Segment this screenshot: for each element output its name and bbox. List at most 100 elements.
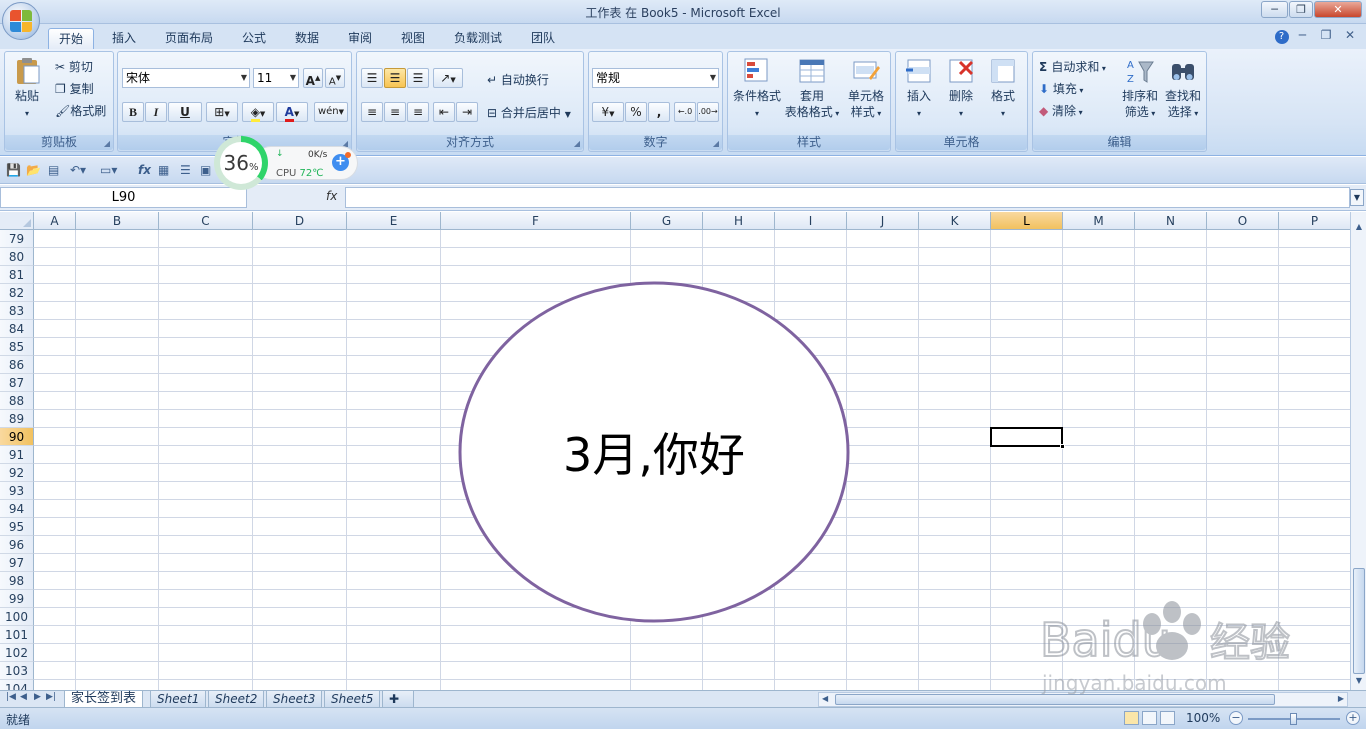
italic-button[interactable]: I: [145, 102, 167, 122]
row-header-90[interactable]: 90: [0, 428, 34, 446]
restore-button[interactable]: ❐: [1289, 1, 1313, 18]
next-sheet-icon[interactable]: ▶: [34, 692, 41, 702]
currency-button[interactable]: ¥▼: [592, 102, 624, 122]
wrap-text-button[interactable]: ↵ 自动换行: [487, 71, 549, 88]
fill-handle[interactable]: [1060, 444, 1065, 449]
expand-formula-bar-icon[interactable]: ▼: [1350, 189, 1364, 206]
sheet-tab-sheet2[interactable]: Sheet2: [208, 691, 265, 708]
scroll-down-icon[interactable]: ▼: [1352, 674, 1366, 688]
tab-insert[interactable]: 插入: [102, 28, 146, 49]
row-header-87[interactable]: 87: [0, 374, 34, 392]
close-button[interactable]: ✕: [1314, 1, 1362, 18]
row-header-85[interactable]: 85: [0, 338, 34, 356]
align-center-button[interactable]: ≡: [384, 102, 406, 122]
column-header-n[interactable]: N: [1135, 212, 1207, 230]
merge-center-button[interactable]: ⊟ 合并后居中 ▼: [487, 104, 571, 121]
shrink-font-button[interactable]: A▼: [325, 68, 345, 88]
column-header-j[interactable]: J: [847, 212, 919, 230]
horizontal-scrollbar[interactable]: ◀ ▶: [818, 692, 1348, 707]
column-header-g[interactable]: G: [631, 212, 703, 230]
phonetic-button[interactable]: wén▼: [314, 102, 348, 122]
decrease-indent-button[interactable]: ⇤: [433, 102, 455, 122]
office-button[interactable]: [2, 2, 40, 40]
row-header-88[interactable]: 88: [0, 392, 34, 410]
number-launcher-icon[interactable]: ◢: [713, 139, 719, 148]
conditional-format-button[interactable]: 条件格式 ▾: [730, 56, 784, 122]
grow-font-button[interactable]: A▲: [303, 68, 323, 88]
number-format-select[interactable]: 常规 ▼: [592, 68, 719, 88]
column-header-l[interactable]: L: [991, 212, 1063, 230]
row-header-99[interactable]: 99: [0, 590, 34, 608]
ellipse-shape[interactable]: 3月,你好: [458, 281, 850, 623]
row-header-84[interactable]: 84: [0, 320, 34, 338]
sheet-tab-sheet1[interactable]: Sheet1: [150, 691, 207, 708]
tab-formulas[interactable]: 公式: [232, 28, 276, 49]
row-header-94[interactable]: 94: [0, 500, 34, 518]
worksheet-grid[interactable]: ABCDEFGHIJKLMNOP 79 80 81 82 83 84 85 86 87 88 89 9…: [0, 212, 1350, 690]
clipboard-launcher-icon[interactable]: ◢: [104, 139, 110, 148]
fill-button[interactable]: ⬇ 填充 ▾: [1039, 80, 1083, 97]
percent-button[interactable]: %: [625, 102, 647, 122]
orientation-button[interactable]: ↗▼: [433, 68, 463, 88]
column-header-p[interactable]: P: [1279, 212, 1350, 230]
active-cell-L90[interactable]: [990, 427, 1065, 449]
sheet-tab-parent-signin[interactable]: 家长签到表: [64, 691, 144, 708]
zoom-level[interactable]: 100%: [1186, 711, 1220, 725]
insert-cells-button[interactable]: 插入 ▾: [898, 56, 940, 122]
scroll-up-icon[interactable]: ▲: [1352, 220, 1366, 234]
decrease-decimal-button[interactable]: .00→: [697, 102, 719, 122]
insert-sheet-button[interactable]: ✚: [382, 691, 414, 708]
row-header-98[interactable]: 98: [0, 572, 34, 590]
font-name-select[interactable]: 宋体 ▼: [122, 68, 250, 88]
save-icon[interactable]: 💾: [6, 163, 21, 177]
system-monitor-widget[interactable]: 36% ↓ 0K/s CPU 72℃ +: [214, 136, 360, 190]
tab-page-layout[interactable]: 页面布局: [155, 28, 223, 49]
scroll-right-icon[interactable]: ▶: [1338, 694, 1344, 703]
chart-icon[interactable]: ▭▾: [100, 163, 117, 177]
column-header-k[interactable]: K: [919, 212, 991, 230]
zoom-in-icon[interactable]: +: [1346, 711, 1360, 725]
scroll-left-icon[interactable]: ◀: [822, 694, 828, 703]
row-header-101[interactable]: 101: [0, 626, 34, 644]
row-header-86[interactable]: 86: [0, 356, 34, 374]
tab-load-test[interactable]: 负载测试: [444, 28, 512, 49]
format-cells-button[interactable]: 格式 ▾: [982, 56, 1024, 122]
paste-button[interactable]: 粘贴 ▾: [9, 56, 45, 122]
row-header-83[interactable]: 83: [0, 302, 34, 320]
sort-filter-button[interactable]: AZ 排序和 筛选 ▾: [1119, 56, 1161, 122]
page-break-view-button[interactable]: [1160, 711, 1175, 725]
tab-team[interactable]: 团队: [521, 28, 565, 49]
row-header-95[interactable]: 95: [0, 518, 34, 536]
font-color-button[interactable]: A▼: [276, 102, 308, 122]
column-header-h[interactable]: H: [703, 212, 775, 230]
column-header-e[interactable]: E: [347, 212, 441, 230]
grid-icon[interactable]: ▦: [158, 163, 169, 177]
row-header-92[interactable]: 92: [0, 464, 34, 482]
zoom-slider-thumb[interactable]: [1290, 713, 1297, 725]
undo-icon[interactable]: ↶▾: [70, 163, 86, 177]
print-preview-icon[interactable]: ▤: [48, 163, 59, 177]
cell-styles-button[interactable]: 单元格 样式 ▾: [840, 56, 892, 122]
row-header-103[interactable]: 103: [0, 662, 34, 680]
ribbon-minimize-icon[interactable]: ─: [1292, 28, 1312, 42]
row-header-91[interactable]: 91: [0, 446, 34, 464]
row-header-100[interactable]: 100: [0, 608, 34, 626]
formula-input[interactable]: [345, 187, 1350, 208]
page-layout-view-button[interactable]: [1142, 711, 1157, 725]
bold-button[interactable]: B: [122, 102, 144, 122]
row-header-102[interactable]: 102: [0, 644, 34, 662]
align-top-button[interactable]: ☰: [361, 68, 383, 88]
underline-button[interactable]: U: [168, 102, 202, 122]
tab-view[interactable]: 视图: [391, 28, 435, 49]
column-header-m[interactable]: M: [1063, 212, 1135, 230]
minimize-button[interactable]: ─: [1261, 1, 1288, 18]
copy-button[interactable]: ❐ 复制: [55, 80, 94, 97]
tab-home[interactable]: 开始: [48, 28, 95, 49]
help-icon[interactable]: ?: [1274, 30, 1289, 44]
tab-review[interactable]: 审阅: [338, 28, 382, 49]
tab-data[interactable]: 数据: [285, 28, 329, 49]
list-icon[interactable]: ☰: [180, 163, 191, 177]
sheet-tab-sheet5[interactable]: Sheet5: [324, 691, 381, 708]
font-size-select[interactable]: 11 ▼: [253, 68, 299, 88]
toolbar-extra-icon[interactable]: ▣: [200, 163, 211, 177]
